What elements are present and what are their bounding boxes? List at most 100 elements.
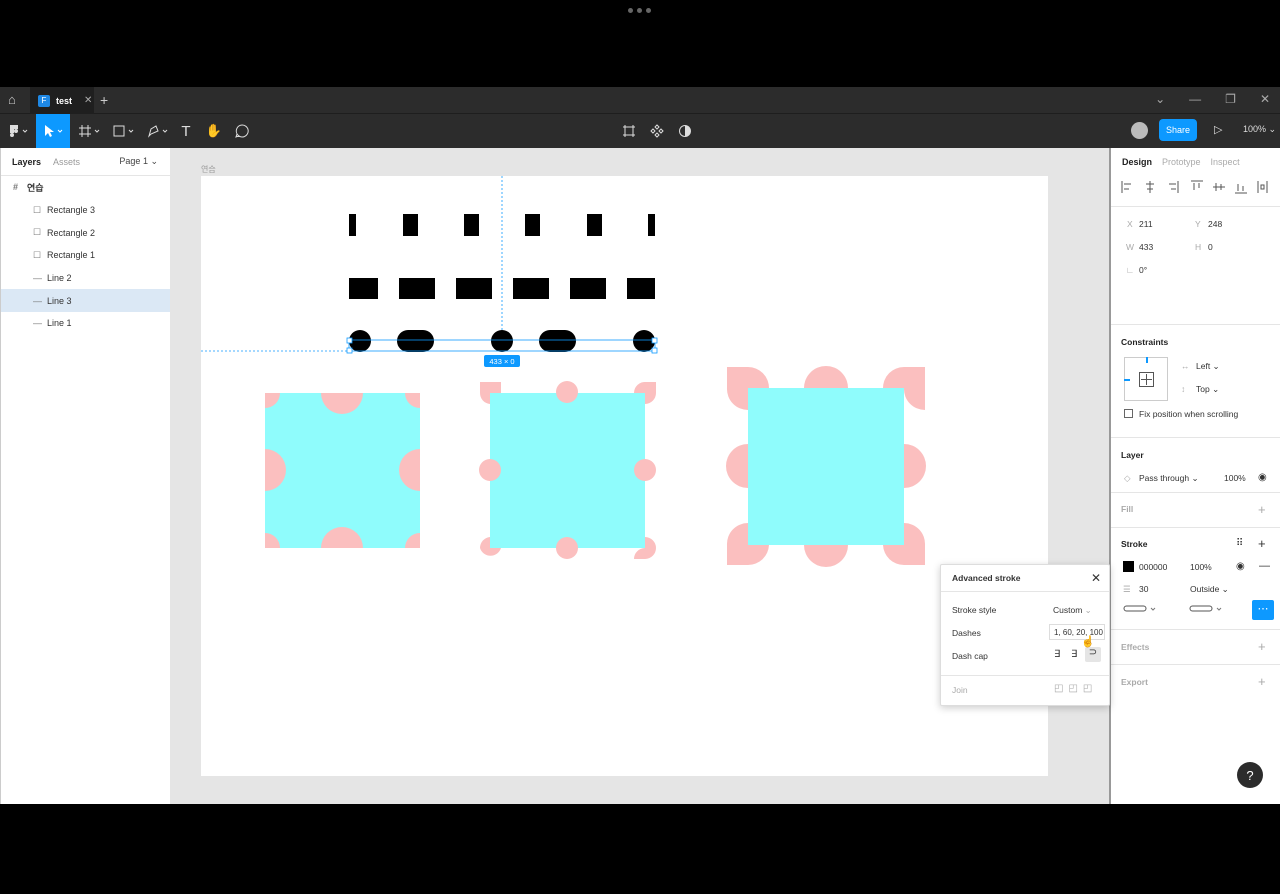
- close-icon[interactable]: ✕: [1091, 571, 1101, 585]
- h-input[interactable]: 0: [1208, 242, 1213, 252]
- remove-stroke-icon[interactable]: —: [1259, 560, 1270, 572]
- tab-design[interactable]: Design: [1122, 157, 1152, 167]
- stroke-style-value: Custom: [1053, 605, 1083, 615]
- layer-opacity-input[interactable]: 100%: [1224, 473, 1246, 483]
- present-play-icon[interactable]: ▷: [1214, 123, 1222, 136]
- y-input[interactable]: 248: [1208, 219, 1222, 229]
- home-icon[interactable]: ⌂: [8, 93, 22, 107]
- tab-layers[interactable]: Layers: [12, 157, 41, 167]
- move-tool-icon[interactable]: [36, 114, 70, 148]
- vertical-constraint-value: Top: [1196, 384, 1210, 394]
- eye-icon[interactable]: ◉: [1258, 472, 1267, 483]
- dash: [587, 214, 602, 236]
- horizontal-constraint-dropdown[interactable]: Left ⌄: [1196, 361, 1220, 372]
- dash: [403, 214, 418, 236]
- stroke-weight-icon: ☰: [1123, 584, 1131, 594]
- add-stroke-icon[interactable]: +: [1258, 536, 1266, 551]
- stroke-position-value: Outside: [1190, 584, 1220, 594]
- page-label: Page 1: [119, 156, 148, 166]
- layer-line-3[interactable]: — Line 3: [1, 289, 170, 313]
- rotation-input[interactable]: 0°: [1139, 265, 1147, 275]
- dash-cap-square-icon[interactable]: ∃: [1071, 649, 1077, 660]
- dash: [464, 214, 479, 236]
- chevron-down-icon[interactable]: ⌄: [1155, 92, 1165, 106]
- hand-tool-icon[interactable]: ✋: [204, 114, 224, 148]
- main-menu-icon[interactable]: [6, 114, 32, 148]
- dashes-input[interactable]: 1, 60, 20, 100: [1049, 624, 1105, 640]
- stroke-style-dropdown[interactable]: Custom ⌄: [1053, 605, 1092, 616]
- avatar[interactable]: [1131, 122, 1148, 139]
- stroke-end-point-icon[interactable]: [1189, 604, 1225, 614]
- component-icon[interactable]: [648, 114, 666, 148]
- zoom-dropdown[interactable]: 100% ⌄: [1243, 124, 1276, 135]
- rectangle-1: [265, 393, 420, 548]
- comment-tool-icon[interactable]: [232, 114, 252, 148]
- advanced-stroke-button[interactable]: ⋯: [1252, 600, 1274, 620]
- text-tool-icon[interactable]: T: [176, 114, 196, 148]
- tab-inspect[interactable]: Inspect: [1211, 157, 1240, 167]
- stroke-visibility-eye-icon[interactable]: ◉: [1236, 561, 1245, 572]
- tab-prototype[interactable]: Prototype: [1162, 157, 1201, 167]
- rectangle-tool-icon[interactable]: [110, 114, 138, 148]
- add-export-icon[interactable]: +: [1258, 674, 1266, 689]
- rectangle-3: [726, 366, 926, 567]
- size-badge: 433 × 0: [489, 357, 515, 366]
- stroke-color-swatch[interactable]: [1123, 561, 1134, 572]
- vertical-constraint-icon: ↕: [1181, 384, 1186, 394]
- layer-rectangle-1[interactable]: ☐ Rectangle 1: [1, 244, 170, 267]
- w-label: W: [1126, 242, 1135, 252]
- crop-icon[interactable]: [620, 114, 638, 148]
- selection-handle: [346, 347, 353, 354]
- dash: [525, 214, 540, 236]
- stroke-styles-icon[interactable]: ⠿: [1236, 538, 1243, 549]
- close-window-icon[interactable]: ✕: [1260, 92, 1270, 106]
- vertical-constraint-dropdown[interactable]: Top ⌄: [1196, 384, 1219, 395]
- help-button[interactable]: ?: [1237, 762, 1263, 788]
- transform-section: X 211 Y 248 W 433 H 0 ∟ 0°: [1111, 206, 1280, 324]
- new-tab-icon[interactable]: +: [100, 92, 108, 108]
- layer-rectangle-2[interactable]: ☐ Rectangle 2: [1, 221, 170, 244]
- minimize-icon[interactable]: —: [1189, 92, 1201, 106]
- fix-position-label: Fix position when scrolling: [1139, 409, 1239, 419]
- join-options-icon[interactable]: ◰◰◰: [1054, 683, 1097, 694]
- stroke-style-label: Stroke style: [952, 605, 997, 615]
- stroke-section: Stroke ⠿ + 000000 100% ◉ — ☰ 30 Outside …: [1111, 527, 1280, 629]
- rectangle-icon: ☐: [33, 227, 42, 238]
- layer-rectangle-3[interactable]: ☐ Rectangle 3: [1, 199, 170, 222]
- close-tab-icon[interactable]: ✕: [84, 95, 92, 106]
- selection-handle: [651, 337, 658, 344]
- frame-icon: #: [13, 182, 19, 193]
- stroke-title: Stroke: [1121, 539, 1148, 549]
- add-effect-icon[interactable]: +: [1258, 639, 1266, 654]
- dash-cap-none-icon[interactable]: ∃: [1054, 649, 1060, 660]
- tab-assets[interactable]: Assets: [53, 157, 80, 167]
- frame-tool-icon[interactable]: [76, 114, 104, 148]
- w-input[interactable]: 433: [1139, 242, 1153, 252]
- constraints-section: Constraints ↔ Left ⌄ ↕ Top ⌄ Fix positio…: [1111, 324, 1280, 437]
- contrast-icon[interactable]: [676, 114, 694, 148]
- effects-section: Effects +: [1111, 629, 1280, 664]
- divider: [941, 675, 1109, 676]
- layer-line-2[interactable]: — Line 2: [1, 267, 170, 290]
- align-center-h-icon: [1146, 181, 1154, 193]
- share-button[interactable]: Share: [1159, 119, 1197, 141]
- stroke-weight-input[interactable]: 30: [1139, 584, 1148, 594]
- dash-cap-round-icon[interactable]: ⊃: [1085, 647, 1101, 662]
- layer-frame[interactable]: # 연습: [1, 176, 170, 199]
- layer-line-1[interactable]: — Line 1: [1, 312, 170, 335]
- file-tab[interactable]: F test ✕: [30, 87, 94, 114]
- stroke-start-point-icon[interactable]: [1123, 604, 1159, 614]
- stroke-color-input[interactable]: 000000: [1139, 562, 1167, 572]
- stroke-position-dropdown[interactable]: Outside ⌄: [1190, 584, 1229, 595]
- restore-icon[interactable]: ❐: [1225, 92, 1236, 106]
- line-icon: —: [33, 295, 42, 306]
- layer-name: Line 1: [47, 318, 72, 329]
- pen-tool-icon[interactable]: [144, 114, 172, 148]
- blend-mode-dropdown[interactable]: Pass through ⌄: [1139, 473, 1199, 484]
- x-input[interactable]: 211: [1139, 219, 1153, 229]
- add-fill-icon[interactable]: +: [1258, 502, 1266, 517]
- constraint-widget[interactable]: [1124, 357, 1168, 401]
- page-selector[interactable]: Page 1 ⌄: [119, 156, 158, 167]
- stroke-opacity-input[interactable]: 100%: [1190, 562, 1212, 572]
- fix-position-checkbox[interactable]: [1124, 409, 1133, 418]
